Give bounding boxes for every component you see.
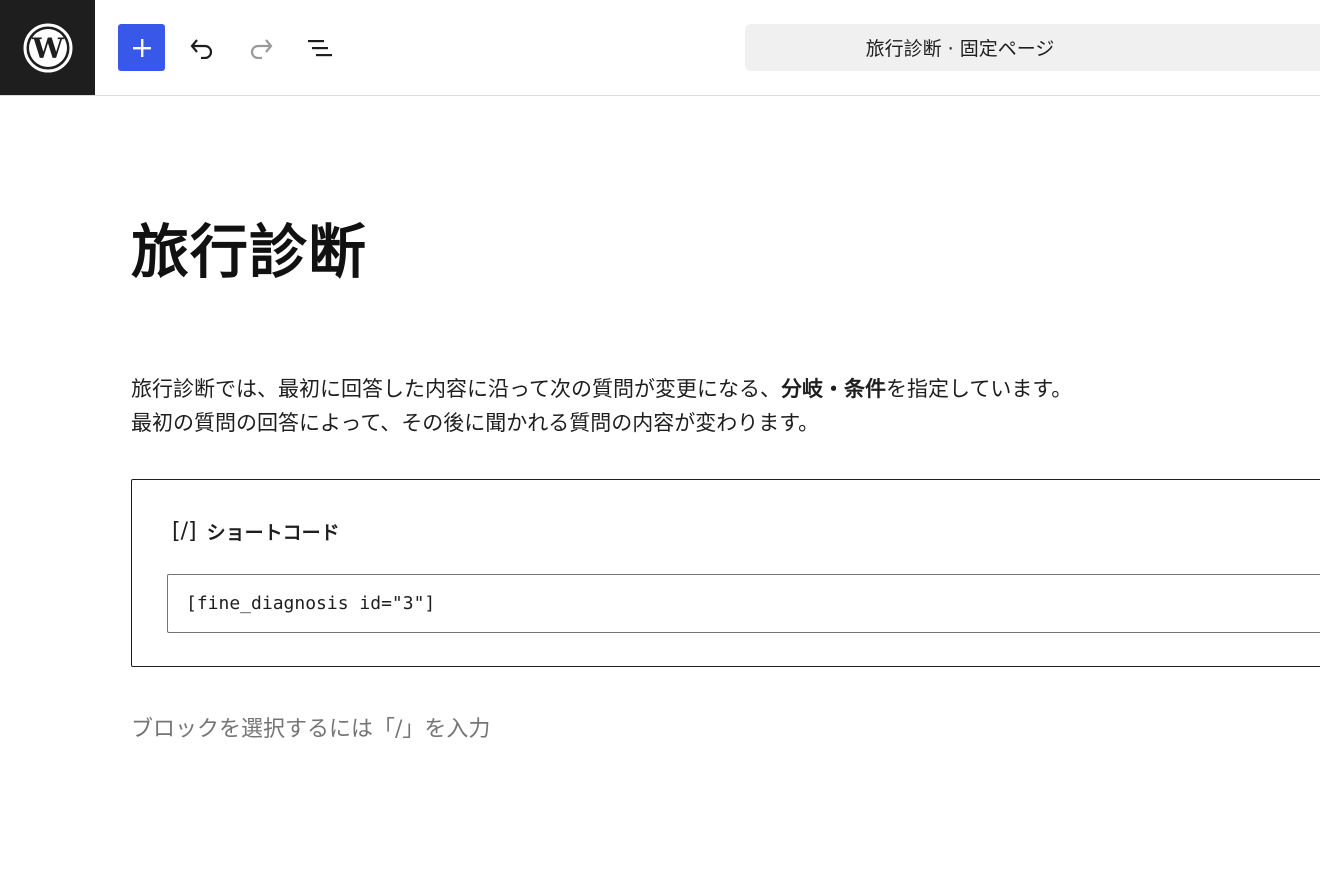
shortcode-icon: [/]: [172, 519, 197, 544]
intro-line-2: 最初の質問の回答によって、その後に聞かれる質問の内容が変わります。: [131, 411, 820, 435]
plus-icon: [132, 38, 151, 57]
wordpress-logo-icon[interactable]: W: [0, 0, 95, 95]
list-view-button[interactable]: [296, 24, 343, 71]
document-title: 旅行診断 · 固定ページ: [865, 38, 1055, 60]
document-title-bar[interactable]: 旅行診断 · 固定ページ: [745, 24, 1320, 71]
block-appender-placeholder[interactable]: ブロックを選択するには「/」を入力: [131, 711, 490, 743]
intro-paragraph[interactable]: 旅行診断では、最初に回答した内容に沿って次の質問が変更になる、分岐・条件を指定し…: [131, 372, 1311, 440]
redo-icon: [250, 38, 272, 59]
intro-line-1: 旅行診断では、最初に回答した内容に沿って次の質問が変更になる、分岐・条件を指定し…: [131, 376, 1073, 401]
shortcode-input[interactable]: [167, 574, 1320, 633]
shortcode-block[interactable]: [/] ショートコード: [131, 479, 1320, 667]
list-view-icon: [307, 39, 332, 56]
redo-button[interactable]: [237, 24, 284, 71]
undo-icon: [190, 38, 212, 59]
undo-button[interactable]: [178, 24, 225, 71]
editor-toolbar: W 旅行診断 · 固定ページ: [0, 0, 1320, 96]
page-title[interactable]: 旅行診断: [131, 205, 367, 289]
bold-term: 分岐・条件: [780, 376, 886, 401]
add-block-button[interactable]: [118, 24, 165, 71]
shortcode-block-label: [/] ショートコード: [172, 518, 340, 545]
shortcode-label-text: ショートコード: [206, 522, 340, 544]
svg-text:W: W: [31, 32, 64, 65]
